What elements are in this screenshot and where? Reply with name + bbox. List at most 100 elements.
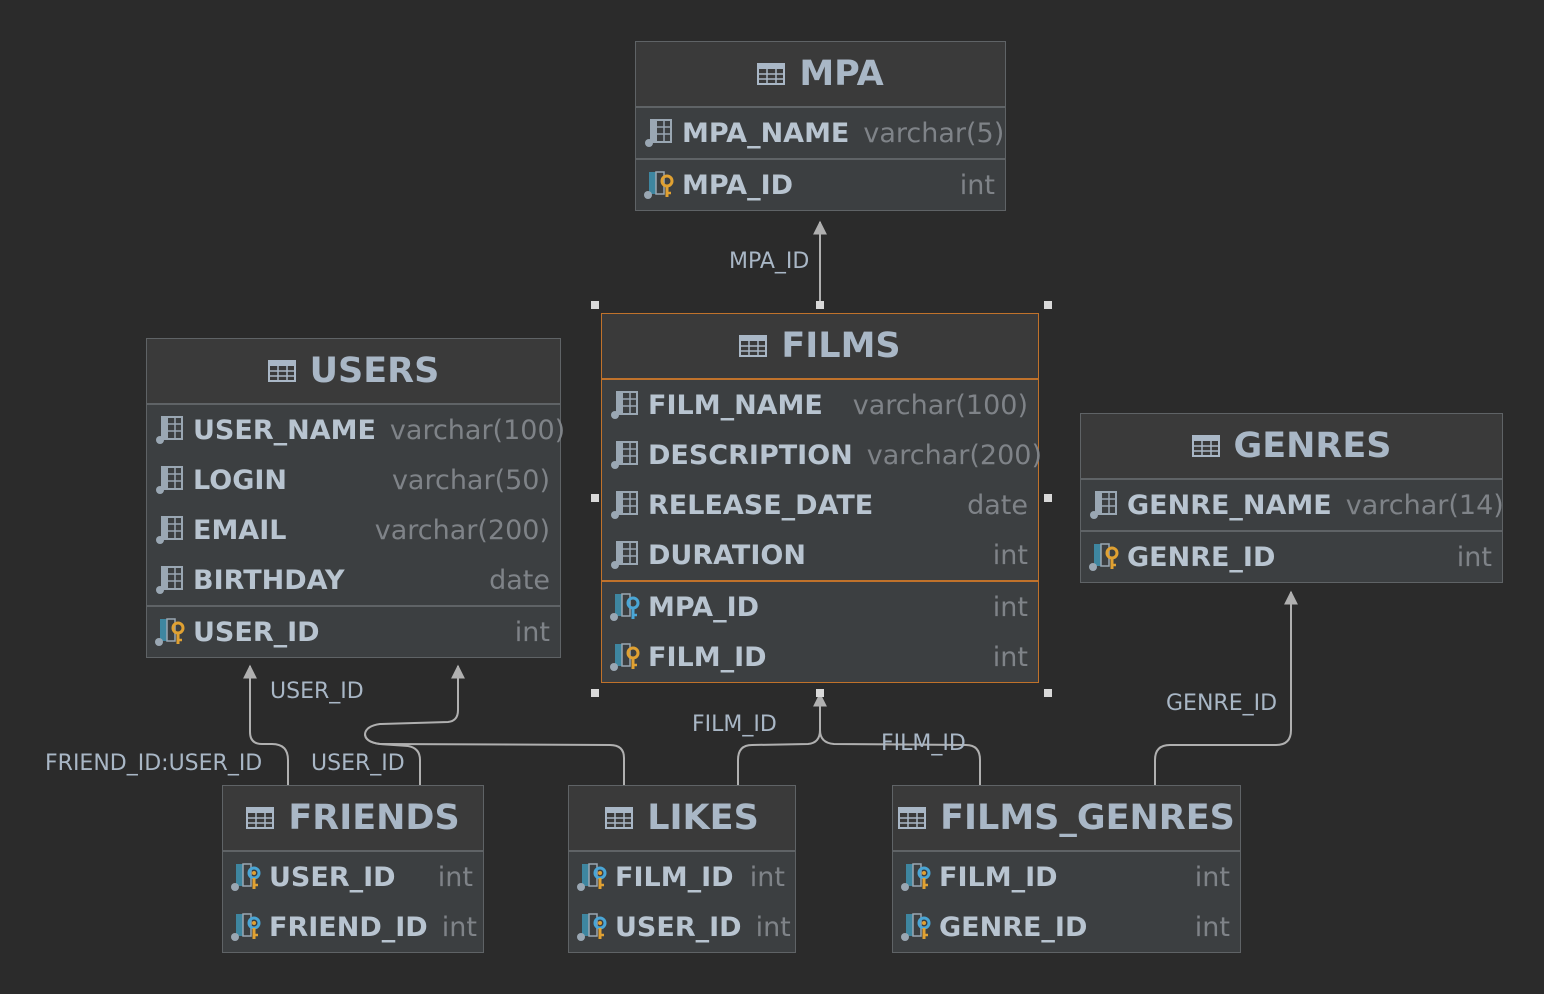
selection-handle-bottom-mid[interactable]: [816, 689, 824, 697]
column-row-birthday[interactable]: BIRTHDAY date: [147, 555, 560, 605]
column-row-genre-id[interactable]: GENRE_ID int: [1081, 530, 1502, 582]
column-row-friend-id[interactable]: FRIEND_ID int: [223, 902, 483, 952]
selection-handle-bottom-left[interactable]: [591, 689, 599, 697]
table-users[interactable]: USERS USER_NAME varchar(100) LOGIN varchar(5…: [146, 338, 565, 658]
column-row-film-id[interactable]: FILM_ID int: [602, 632, 1038, 682]
column-icon: [610, 390, 642, 420]
column-row-genre-name[interactable]: GENRE_NAME varchar(14): [1081, 480, 1504, 530]
column-type: varchar(100): [852, 389, 1028, 421]
column-type: varchar(200): [866, 439, 1043, 471]
primary-foreign-key-icon: [231, 862, 263, 892]
column-icon: [155, 465, 187, 495]
edge-label-mpa-id: MPA_ID: [729, 249, 810, 274]
edge-label-friend-id: FRIEND_ID:USER_ID: [45, 751, 263, 776]
column-row-film-id[interactable]: FILM_ID int: [569, 852, 795, 902]
table-title: MPA: [799, 54, 884, 94]
column-name: BIRTHDAY: [193, 564, 345, 596]
table-header[interactable]: LIKES: [569, 786, 795, 852]
selection-handle-bottom-right[interactable]: [1044, 689, 1052, 697]
column-row-duration[interactable]: DURATION int: [602, 530, 1038, 580]
table-icon: [898, 798, 927, 838]
column-icon: [610, 440, 642, 470]
column-row-genre-id[interactable]: GENRE_ID int: [893, 902, 1240, 952]
table-icon: [267, 351, 296, 391]
column-row-film-id[interactable]: FILM_ID int: [893, 852, 1240, 902]
table-header[interactable]: USERS: [147, 339, 560, 405]
column-type: int: [992, 591, 1028, 623]
column-row-user-id[interactable]: USER_ID int: [223, 852, 483, 902]
column-row-release-date[interactable]: RELEASE_DATE date: [602, 480, 1038, 530]
selection-handle-top-mid[interactable]: [816, 301, 824, 309]
selection-handle-mid-left[interactable]: [591, 494, 599, 502]
table-mpa[interactable]: MPA MPA_NAME varchar(5) MPA_ID int: [635, 41, 1006, 211]
column-row-mpa-id[interactable]: MPA_ID int: [636, 158, 1005, 210]
column-name: FILM_ID: [615, 861, 734, 893]
column-name: MPA_ID: [648, 591, 760, 623]
edge-label-likes-film-id: FILM_ID: [692, 712, 777, 737]
column-row-user-id[interactable]: USER_ID int: [569, 902, 795, 952]
table-title: FILMS: [781, 326, 901, 366]
column-icon: [1089, 490, 1121, 520]
column-name: USER_ID: [193, 616, 320, 648]
column-type: int: [441, 911, 477, 943]
column-name: FRIEND_ID: [269, 911, 428, 943]
column-row-login[interactable]: LOGIN varchar(50): [147, 455, 560, 505]
primary-foreign-key-icon: [577, 862, 609, 892]
column-type: varchar(200): [374, 514, 550, 546]
edge-label-likes-user-id: USER_ID: [311, 751, 405, 776]
foreign-key-icon: [610, 592, 642, 622]
table-genres[interactable]: GENRES GENRE_NAME varchar(14) GENRE_ID int: [1080, 413, 1504, 583]
selection-handle-mid-right[interactable]: [1044, 494, 1052, 502]
column-row-mpa-name[interactable]: MPA_NAME varchar(5): [636, 108, 1005, 158]
column-type: int: [749, 861, 785, 893]
primary-foreign-key-icon: [901, 912, 933, 942]
column-row-mpa-id[interactable]: MPA_ID int: [602, 580, 1038, 632]
column-type: int: [992, 539, 1028, 571]
column-icon: [610, 540, 642, 570]
selection-handle-top-right[interactable]: [1044, 301, 1052, 309]
primary-key-icon: [644, 170, 676, 200]
column-name: FILM_ID: [648, 641, 767, 673]
column-name: LOGIN: [193, 464, 287, 496]
column-icon: [155, 415, 187, 445]
column-row-email[interactable]: EMAIL varchar(200): [147, 505, 560, 555]
column-name: DURATION: [648, 539, 806, 571]
column-type: varchar(50): [391, 464, 550, 496]
column-type: int: [1194, 911, 1230, 943]
table-icon: [757, 54, 786, 94]
column-name: USER_NAME: [193, 414, 376, 446]
table-header[interactable]: MPA: [636, 42, 1005, 108]
column-icon: [610, 490, 642, 520]
column-type: int: [755, 911, 791, 943]
table-header[interactable]: FRIENDS: [223, 786, 483, 852]
edge-label-films-genres-film-id: FILM_ID: [881, 731, 966, 756]
column-row-user-id[interactable]: USER_ID int: [147, 605, 560, 657]
table-icon: [739, 326, 768, 366]
table-films[interactable]: FILMS FILM_NAME varchar(100) DESCRIPTION var…: [601, 313, 1042, 683]
column-row-film-name[interactable]: FILM_NAME varchar(100): [602, 380, 1038, 430]
column-type: int: [959, 169, 995, 201]
column-type: int: [1194, 861, 1230, 893]
primary-foreign-key-icon: [577, 912, 609, 942]
column-row-description[interactable]: DESCRIPTION varchar(200): [602, 430, 1042, 480]
table-icon: [246, 798, 275, 838]
column-name: GENRE_ID: [1127, 541, 1276, 573]
primary-foreign-key-icon: [901, 862, 933, 892]
column-row-user-name[interactable]: USER_NAME varchar(100): [147, 405, 565, 455]
table-header[interactable]: FILMS_GENRES: [893, 786, 1240, 852]
edge-label-friends-user-id: USER_ID: [270, 679, 364, 704]
column-name: FILM_ID: [939, 861, 1058, 893]
column-type: varchar(100): [389, 414, 566, 446]
edge-films-genres-genre: [1154, 590, 1298, 785]
selection-handle-top-left[interactable]: [591, 301, 599, 309]
primary-key-icon: [610, 642, 642, 672]
table-icon: [605, 798, 634, 838]
primary-key-icon: [155, 617, 187, 647]
column-icon: [644, 118, 676, 148]
table-friends[interactable]: FRIENDS USER_ID int FRIEND_ID int: [222, 785, 484, 953]
table-films-genres[interactable]: FILMS_GENRES FILM_ID int GENRE_ID int: [892, 785, 1241, 953]
table-header[interactable]: GENRES: [1081, 414, 1502, 480]
table-header[interactable]: FILMS: [602, 314, 1038, 380]
table-likes[interactable]: LIKES FILM_ID int USER_ID int: [568, 785, 796, 953]
column-name: USER_ID: [615, 911, 742, 943]
